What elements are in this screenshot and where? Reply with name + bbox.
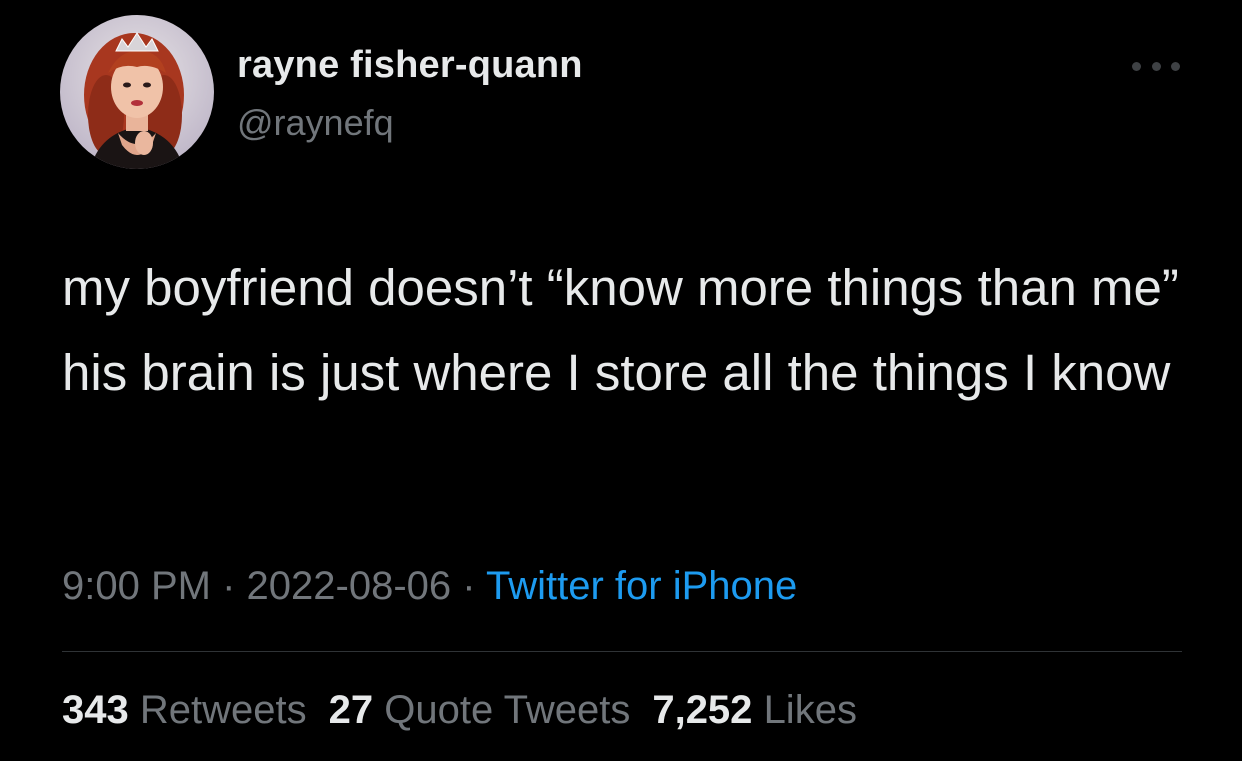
tweet-text: my boyfriend doesn’t “know more things t… bbox=[62, 259, 1179, 401]
retweets-label: Retweets bbox=[139, 688, 307, 732]
more-dot bbox=[1132, 61, 1141, 71]
tweet-metadata: 9:00 PM · 2022-08-06 · Twitter for iPhon… bbox=[62, 564, 797, 609]
divider bbox=[62, 651, 1182, 652]
tweet-source-link[interactable]: Twitter for iPhone bbox=[486, 564, 797, 608]
quote-tweets-count: 27 bbox=[328, 688, 374, 732]
tweet-card: rayne fisher-quann @raynefq my boyfriend… bbox=[0, 0, 1242, 761]
likes-stat[interactable]: 7,252 Likes bbox=[652, 688, 857, 732]
author-display-name[interactable]: rayne fisher-quann bbox=[237, 44, 583, 87]
author-handle[interactable]: @raynefq bbox=[237, 102, 394, 144]
meta-separator: · bbox=[222, 564, 236, 608]
profile-photo-icon bbox=[60, 15, 214, 169]
likes-label: Likes bbox=[763, 688, 857, 732]
quote-tweets-label: Quote Tweets bbox=[384, 688, 631, 732]
more-horizontal-icon[interactable] bbox=[1132, 56, 1180, 76]
retweets-stat[interactable]: 343 Retweets bbox=[62, 688, 307, 732]
tweet-date[interactable]: 2022-08-06 bbox=[247, 564, 452, 608]
quote-tweets-stat[interactable]: 27 Quote Tweets bbox=[329, 688, 631, 732]
retweets-count: 343 bbox=[62, 688, 129, 732]
meta-separator: · bbox=[462, 564, 476, 608]
tweet-time[interactable]: 9:00 PM bbox=[62, 564, 211, 608]
more-dot bbox=[1171, 61, 1180, 71]
more-dot bbox=[1151, 61, 1161, 71]
avatar[interactable] bbox=[60, 15, 214, 169]
likes-count: 7,252 bbox=[652, 688, 753, 732]
engagement-stats: 343 Retweets 27 Quote Tweets 7,252 Likes bbox=[62, 688, 879, 733]
